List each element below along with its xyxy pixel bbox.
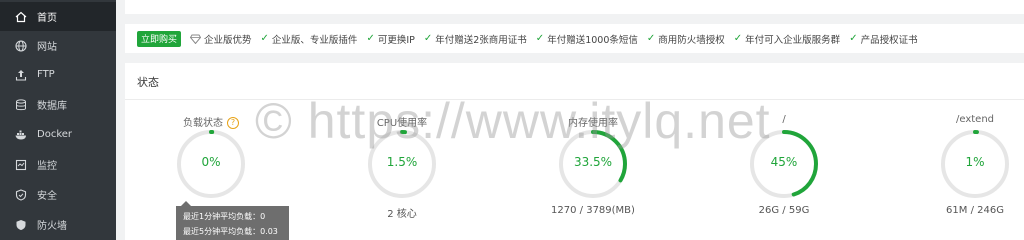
check-icon: ✓ <box>646 33 656 44</box>
gauge-value: 0% <box>201 155 221 169</box>
gauge-subtext: 26G / 59G <box>758 205 810 216</box>
check-icon: ✓ <box>260 33 269 44</box>
check-icon: ✓ <box>849 33 858 44</box>
divider <box>125 99 1024 100</box>
sidebar-item-label: 监控 <box>37 161 57 172</box>
gauge-subtext: 61M / 246G <box>946 205 1004 216</box>
firewall-shield-icon <box>14 218 28 232</box>
gauge-title: 内存使用率 <box>568 118 618 129</box>
status-title: 状态 <box>137 76 159 89</box>
check-icon: ✓ <box>733 33 743 44</box>
sidebar-item-monitor[interactable]: 监控 <box>0 150 116 179</box>
sidebar-item-label: 网站 <box>37 42 57 53</box>
gauge-title: CPU使用率 <box>376 118 428 129</box>
feature-label: 企业版、专业版插件 <box>271 34 358 46</box>
gauge-value: 1.5% <box>386 155 418 169</box>
feature-label: 产品授权证书 <box>860 34 918 46</box>
feature-item: ✓ 产品授权证书 <box>849 32 917 46</box>
check-icon: ✓ <box>535 33 545 44</box>
feature-item: ✓ 企业版、专业版插件 <box>261 32 358 46</box>
disk-root-gauge[interactable]: / 45% 26G / 59G <box>714 112 854 240</box>
sidebar-item-label: 安全 <box>37 191 57 202</box>
feature-label: 年付可入企业版服务群 <box>745 34 841 46</box>
cpu-gauge[interactable]: CPU使用率 1.5% 2 核心 <box>332 112 472 240</box>
sidebar-item-database[interactable]: 数据库 <box>0 90 116 119</box>
sidebar-item-label: FTP <box>37 69 55 80</box>
sidebar-item-docker[interactable]: Docker <box>0 120 116 149</box>
gauge-value: 33.5% <box>573 155 613 169</box>
feature-item: ✓ 年付赠送1000条短信 <box>536 32 638 46</box>
enterprise-advantage: 企业版优势 <box>190 32 252 46</box>
globe-icon <box>14 39 28 53</box>
sidebar-item-label: 数据库 <box>37 101 67 112</box>
gauge-value: 1% <box>965 155 985 169</box>
sidebar-item-security[interactable]: 安全 <box>0 180 116 209</box>
sidebar: 首页 网站 FTP 数据库 Docker 监控 安全 防火墙 <box>0 0 116 240</box>
feature-label: 可更换IP <box>377 34 415 46</box>
top-card-edge <box>125 0 1024 14</box>
database-icon <box>14 98 28 112</box>
enterprise-features-bar: 立即购买 企业版优势 ✓ 企业版、专业版插件 ✓ 可更换IP ✓ 年付赠送2张商用证书… <box>125 24 1024 53</box>
feature-item: ✓ 年付赠送2张商用证书 <box>424 32 527 46</box>
buy-now-button[interactable]: 立即购买 <box>137 30 182 47</box>
sidebar-item-label: 首页 <box>37 13 57 24</box>
monitor-icon <box>14 158 28 172</box>
disk-extend-gauge[interactable]: /extend 1% 61M / 246G <box>905 112 1024 240</box>
gauge-title: / <box>782 114 786 125</box>
sidebar-item-firewall[interactable]: 防火墙 <box>0 210 116 239</box>
enterprise-advantage-label: 企业版优势 <box>204 34 252 46</box>
sidebar-item-ftp[interactable]: FTP <box>0 60 116 89</box>
gauge-subtext: 2 核心 <box>387 209 417 220</box>
shield-icon <box>14 188 28 202</box>
sidebar-item-label: Docker <box>37 129 73 140</box>
tooltip-line: 最近5分钟平均负载：0.03 <box>183 227 278 236</box>
tooltip-line: 最近1分钟平均负载：0 <box>183 212 266 221</box>
gauge-title: /extend <box>955 114 995 125</box>
ftp-icon <box>14 68 28 82</box>
load-tooltip: 最近1分钟平均负载：0 最近5分钟平均负载：0.03 <box>176 201 289 240</box>
feature-item: ✓ 年付可入企业版服务群 <box>734 32 840 46</box>
tooltip-arrow <box>181 201 191 206</box>
check-icon: ✓ <box>423 33 433 44</box>
feature-item: ✓ 商用防火墙授权 <box>647 32 725 46</box>
sidebar-item-home[interactable]: 首页 <box>0 2 116 31</box>
feature-label: 年付赠送2张商用证书 <box>435 34 527 46</box>
gauge-value: 45% <box>770 155 798 169</box>
sidebar-item-website[interactable]: 网站 <box>0 31 116 60</box>
feature-label: 年付赠送1000条短信 <box>547 34 638 46</box>
feature-label: 商用防火墙授权 <box>658 34 725 46</box>
sidebar-item-label: 防火墙 <box>37 221 67 232</box>
check-icon: ✓ <box>366 33 375 44</box>
diamond-icon <box>190 34 202 44</box>
gauge-title: 负载状态? <box>141 114 281 129</box>
gauge-subtext: 1270 / 3789(MB) <box>551 205 635 216</box>
docker-icon <box>14 128 28 142</box>
feature-item: ✓ 可更换IP <box>366 32 414 46</box>
memory-gauge[interactable]: 内存使用率 33.5% 1270 / 3789(MB) <box>523 112 663 240</box>
home-icon <box>14 10 28 24</box>
